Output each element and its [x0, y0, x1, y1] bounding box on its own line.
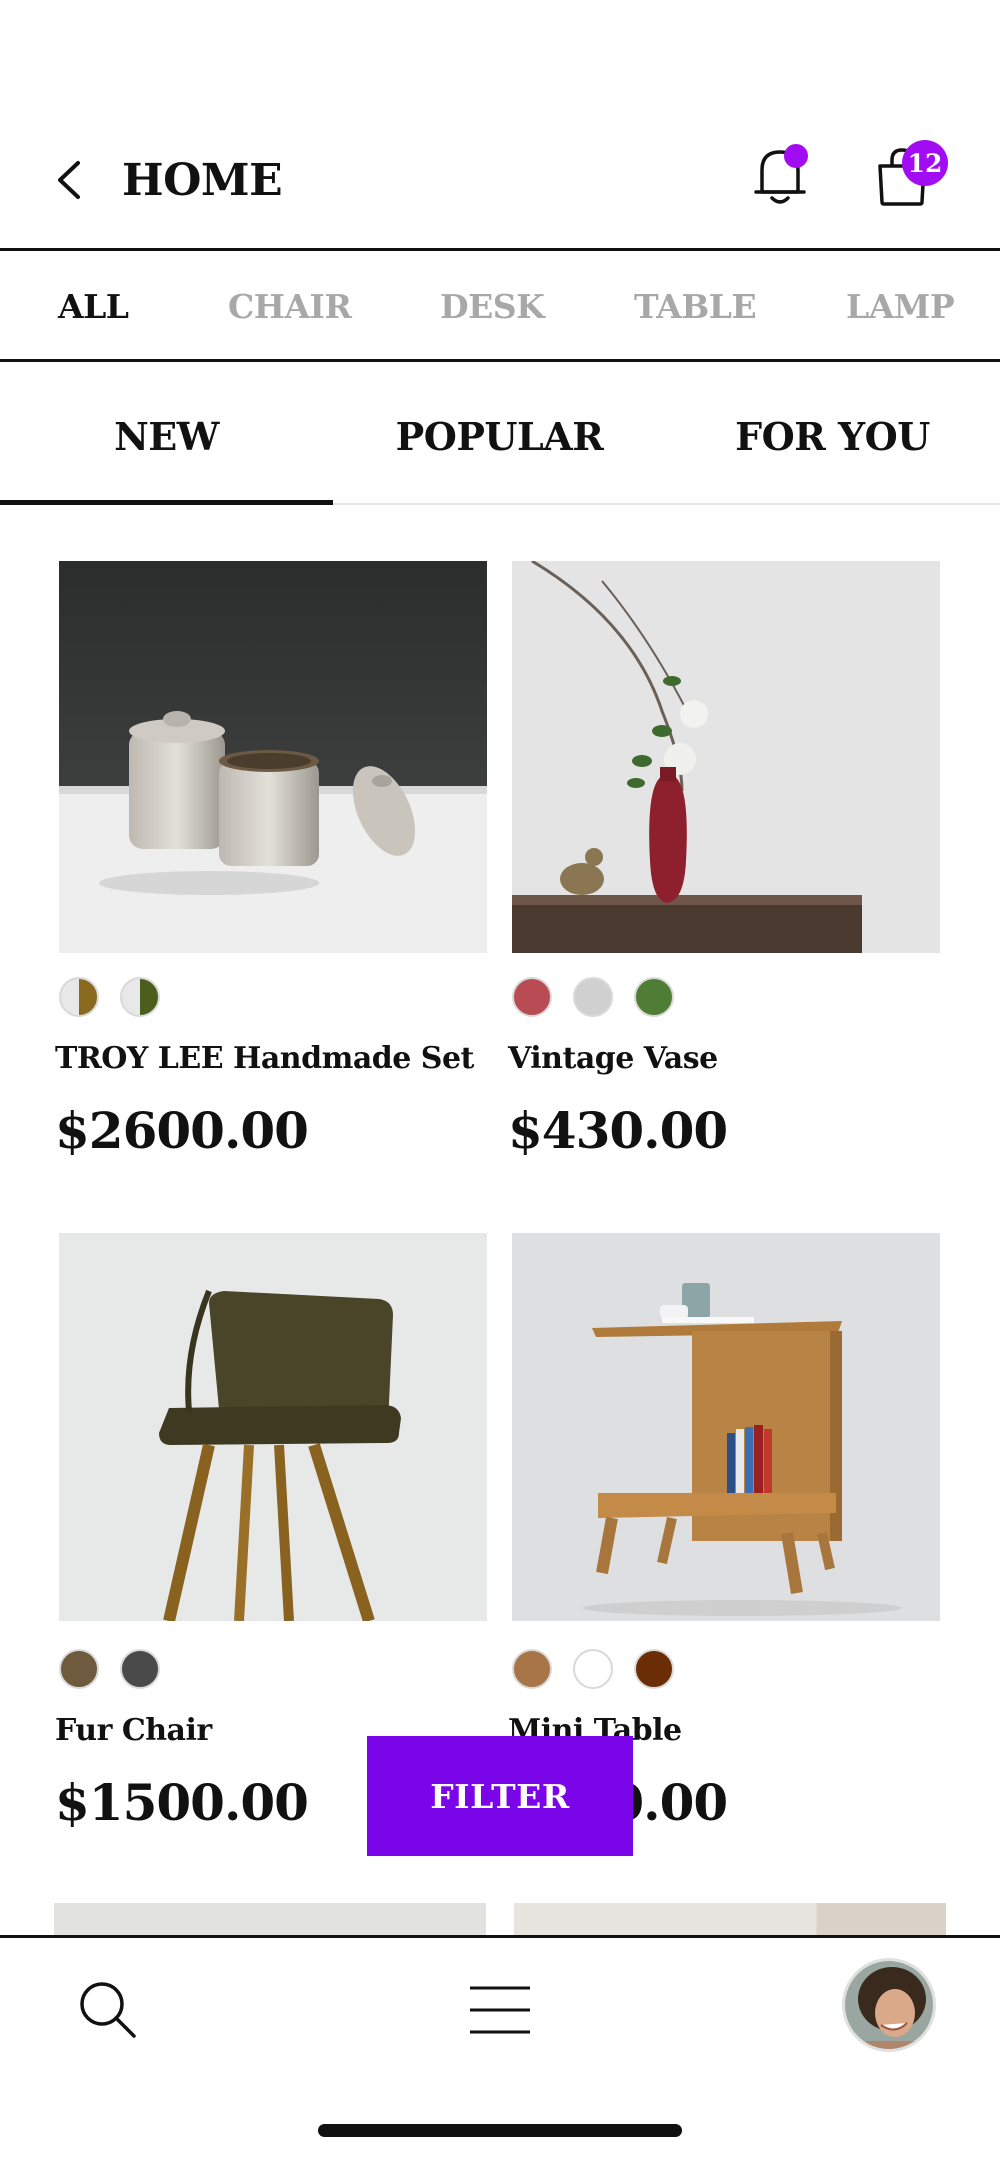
- category-desk[interactable]: DESK: [440, 287, 545, 326]
- swatch[interactable]: [573, 977, 613, 1017]
- product-image[interactable]: [512, 561, 940, 953]
- product-image-peek[interactable]: [54, 1903, 486, 1938]
- swatch[interactable]: [634, 1649, 674, 1689]
- swatch[interactable]: [59, 977, 99, 1017]
- swatch[interactable]: [512, 1649, 552, 1689]
- swatch[interactable]: [634, 977, 674, 1017]
- product-price: $430.00: [508, 1101, 728, 1160]
- menu-icon: [470, 1986, 530, 2034]
- product-name: Fur Chair: [55, 1713, 212, 1748]
- product-name: TROY LEE Handmade Set: [55, 1041, 474, 1076]
- search-icon: [80, 1982, 136, 2038]
- search-button[interactable]: [76, 1978, 138, 2040]
- category-lamp[interactable]: LAMP: [846, 287, 955, 326]
- product-price: $1500.00: [55, 1773, 309, 1832]
- tab-new[interactable]: NEW: [0, 414, 333, 459]
- product-image[interactable]: [59, 1233, 487, 1625]
- swatch[interactable]: [512, 977, 552, 1017]
- filter-button[interactable]: FILTER: [367, 1736, 633, 1856]
- swatch[interactable]: [59, 1649, 99, 1689]
- category-table[interactable]: TABLE: [634, 287, 757, 326]
- page-title: HOME: [122, 155, 283, 206]
- swatch[interactable]: [120, 1649, 160, 1689]
- product-name: Vintage Vase: [508, 1041, 718, 1076]
- sort-tabs: NEW POPULAR FOR YOU: [0, 362, 1000, 505]
- product-image[interactable]: [59, 561, 487, 953]
- product-image-peek[interactable]: [514, 1903, 946, 1938]
- back-button[interactable]: [52, 155, 88, 205]
- category-bar: ALL CHAIR DESK TABLE LAMP: [0, 248, 1000, 362]
- product-price: $2600.00: [55, 1101, 309, 1160]
- avatar[interactable]: [842, 1958, 936, 2052]
- home-indicator: [318, 2124, 682, 2137]
- cart-count-badge: 12: [902, 140, 948, 186]
- header: HOME 12: [0, 0, 1000, 250]
- menu-button[interactable]: [468, 1982, 532, 2038]
- category-all[interactable]: ALL: [58, 287, 129, 326]
- category-chair[interactable]: CHAIR: [228, 287, 352, 326]
- notification-dot: [784, 144, 808, 168]
- active-tab-indicator: [0, 500, 333, 505]
- product-image[interactable]: [512, 1233, 940, 1625]
- back-arrow-icon: [58, 161, 80, 199]
- tab-popular[interactable]: POPULAR: [333, 414, 666, 459]
- swatch[interactable]: [120, 977, 160, 1017]
- tab-for-you[interactable]: FOR YOU: [666, 414, 999, 459]
- swatch[interactable]: [573, 1649, 613, 1689]
